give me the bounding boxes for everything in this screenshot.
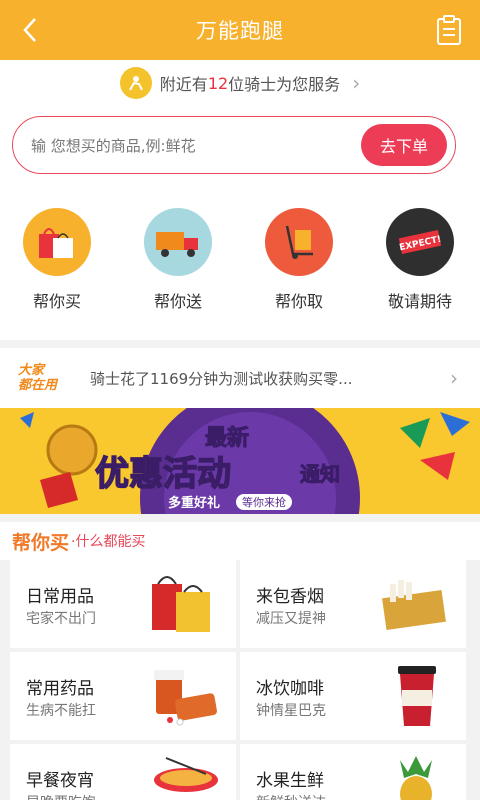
- service-deliver-label: 帮你送: [153, 292, 202, 311]
- notice-bar[interactable]: 大家 都在用 骑士花了1169分钟为测试收获购买零... ›: [0, 348, 480, 408]
- shopping-bag-icon: [23, 208, 91, 276]
- search-bar: 输 您想买的商品,例:鲜花 去下单: [12, 116, 456, 174]
- category-name: 来包香烟: [256, 587, 324, 607]
- category-name: 日常用品: [26, 587, 94, 607]
- category-medicine[interactable]: 常用药品 生病不能扛: [10, 652, 236, 740]
- pill-bottle-icon: [154, 670, 217, 726]
- place-order-button[interactable]: 去下单: [361, 124, 447, 166]
- pineapple-icon: [400, 756, 432, 800]
- category-desc: 宅家不出门: [26, 611, 96, 627]
- riders-suffix: 位骑士为您服务: [228, 75, 341, 94]
- tag-line-2: 都在用: [18, 378, 58, 393]
- category-cigarettes[interactable]: 来包香烟 减压又提神: [240, 560, 466, 648]
- category-desc: 减压又提神: [256, 611, 326, 627]
- rider-icon: [119, 67, 152, 99]
- category-desc: 钟情星巴克: [256, 703, 326, 719]
- category-desc: 早晚要吃饱: [26, 792, 96, 800]
- banner-pill-2: 等你来抢: [236, 494, 292, 510]
- promo-banner[interactable]: 最新 优惠活动 通知 多重好礼 等你来抢: [0, 408, 480, 514]
- tag-line-1: 大家: [18, 363, 45, 378]
- service-deliver[interactable]: 帮你送: [128, 208, 228, 312]
- coffee-cup-icon: [398, 666, 436, 726]
- services-row: 帮你买 帮你送 帮你取 EXPECT! 敬请期待: [0, 190, 480, 340]
- category-name: 早餐夜宵: [26, 771, 94, 791]
- page-title: 万能跑腿: [196, 19, 284, 43]
- service-buy-label: 帮你买: [32, 292, 81, 311]
- noodle-bowl-icon: [154, 757, 218, 792]
- notice-text: 骑士花了1169分钟为测试收获购买零...: [90, 369, 353, 388]
- category-name: 常用药品: [26, 679, 94, 699]
- service-coming-soon-label: 敬请期待: [387, 292, 452, 311]
- shopping-bags-icon: [152, 576, 210, 632]
- hand-truck-icon: [265, 208, 333, 276]
- search-section: 输 您想买的商品,例:鲜花 去下单: [0, 106, 480, 190]
- category-desc: 新鲜秒送达: [256, 792, 326, 800]
- service-coming-soon[interactable]: EXPECT! 敬请期待: [370, 208, 470, 312]
- category-grid: 日常用品 宅家不出门 来包香烟 减压又提神 常用药品 生病不能扛 冰饮咖啡 钟情…: [0, 560, 480, 800]
- truck-icon: [144, 208, 212, 276]
- clipboard-icon: [437, 15, 461, 45]
- cigarette-pack-icon: [382, 580, 446, 631]
- category-desc: 生病不能扛: [26, 703, 96, 719]
- category-name: 冰饮咖啡: [256, 679, 324, 699]
- back-button[interactable]: [14, 14, 46, 46]
- banner-line-3: 通知: [300, 462, 341, 487]
- order-list-button[interactable]: [436, 14, 462, 46]
- service-pickup[interactable]: 帮你取: [249, 208, 349, 312]
- chevron-right-icon: ›: [352, 71, 361, 95]
- category-name: 水果生鲜: [256, 771, 324, 791]
- section-title: 帮你买: [12, 531, 70, 554]
- app-header: 万能跑腿: [0, 0, 480, 60]
- chevron-right-icon: ›: [450, 366, 458, 390]
- section-header: 帮你买 ·什么都能买: [0, 522, 480, 560]
- category-daily-goods[interactable]: 日常用品 宅家不出门: [10, 560, 236, 648]
- everyone-uses-tag: 大家 都在用: [18, 363, 90, 393]
- search-input[interactable]: 输 您想买的商品,例:鲜花: [13, 135, 361, 156]
- nearby-riders-bar[interactable]: 附近有 12 位骑士为您服务 ›: [0, 60, 480, 106]
- category-breakfast[interactable]: 早餐夜宵 早晚要吃饱: [10, 744, 236, 800]
- category-fruit[interactable]: 水果生鲜 新鲜秒送达: [240, 744, 466, 800]
- service-pickup-label: 帮你取: [274, 292, 323, 311]
- banner-pill-1: 多重好礼: [168, 496, 221, 511]
- banner-line-2: 优惠活动: [94, 453, 232, 495]
- expect-stamp-icon: EXPECT!: [386, 208, 454, 276]
- riders-count: 12: [207, 73, 229, 93]
- chevron-left-icon: [23, 18, 36, 42]
- service-buy[interactable]: 帮你买: [7, 208, 107, 312]
- section-subtitle: ·什么都能买: [71, 534, 146, 550]
- riders-prefix: 附近有: [159, 75, 208, 94]
- category-coffee[interactable]: 冰饮咖啡 钟情星巴克: [240, 652, 466, 740]
